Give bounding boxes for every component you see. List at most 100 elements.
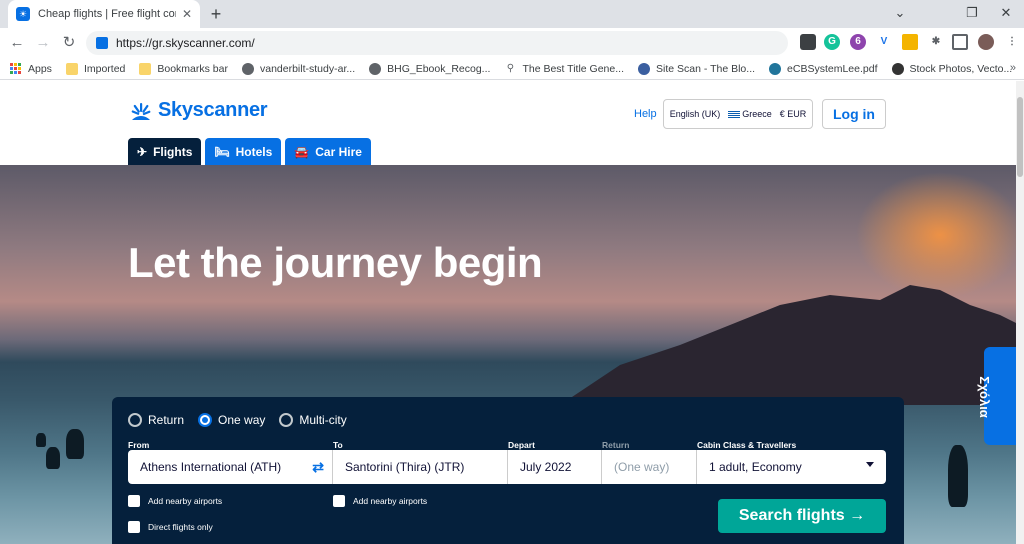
radio-label: One way	[218, 413, 266, 427]
radio-circle	[198, 413, 213, 427]
from-value: Athens International (ATH)	[140, 460, 282, 474]
checkbox-label: Direct flights only	[148, 522, 213, 532]
web-page: Skyscanner Help English (UK) Greece € EU…	[0, 81, 1016, 544]
wordpress-icon	[769, 62, 782, 75]
swimmer-figure	[46, 447, 60, 469]
swimmer-figure	[66, 429, 84, 459]
search-flights-button[interactable]: Search flights →	[718, 499, 886, 533]
folder-icon	[139, 62, 152, 75]
radio-circle	[279, 413, 294, 427]
chevron-down-icon	[866, 462, 874, 467]
skyscanner-favicon-icon: ☀	[16, 7, 30, 21]
bookmark-title-generator[interactable]: ⚲ The Best Title Gene...	[504, 62, 624, 75]
runner-figure	[948, 445, 968, 507]
return-placeholder: (One way)	[614, 460, 670, 474]
close-tab-icon[interactable]: ✕	[182, 7, 192, 21]
tab-label: Hotels	[235, 144, 273, 159]
profile-avatar[interactable]	[978, 34, 994, 50]
more-bookmarks-icon[interactable]: »	[1010, 62, 1016, 74]
radio-label: Multi-city	[299, 413, 347, 427]
bookmark-label: eCBSystemLee.pdf	[787, 62, 878, 75]
notes-extension-icon[interactable]	[902, 34, 918, 50]
depart-label: Depart	[508, 440, 535, 450]
address-url[interactable]: https://gr.skyscanner.com/	[116, 36, 255, 50]
bookmark-label: Site Scan - The Blo...	[656, 62, 756, 75]
bookmark-bookmarks-bar[interactable]: Bookmarks bar	[139, 62, 228, 75]
to-field[interactable]: Santorini (Thira) (JTR)	[333, 450, 508, 484]
back-button[interactable]: ←	[6, 32, 28, 54]
grammarly-extension-icon[interactable]: G	[824, 34, 840, 50]
browser-toolbar: ← → ↻ https://gr.skyscanner.com/ G 6 V ✱…	[0, 28, 1024, 58]
flight-search-panel: Return One way Multi-city From To Depart…	[112, 397, 904, 544]
bookmark-apps[interactable]: Apps	[10, 62, 52, 75]
sunrise-logo-icon	[131, 102, 151, 120]
help-link[interactable]: Help	[634, 108, 657, 120]
radio-label: Return	[148, 413, 185, 427]
feedback-label: Σχόλια	[977, 376, 992, 418]
bookmark-vanderbilt[interactable]: vanderbilt-study-ar...	[241, 62, 355, 75]
bookmark-imported[interactable]: Imported	[65, 62, 126, 75]
globe-icon	[241, 62, 254, 75]
hero-banner: Let the journey begin Return One way Mul…	[0, 165, 1016, 544]
from-field[interactable]: Athens International (ATH) ⇄	[128, 450, 333, 484]
cabin-value: 1 adult, Economy	[709, 460, 802, 474]
return-field[interactable]: (One way)	[602, 450, 697, 484]
eyedropper-extension-icon[interactable]	[800, 34, 816, 50]
depart-field[interactable]: July 2022	[508, 450, 602, 484]
skyscanner-logo[interactable]: Skyscanner	[128, 99, 268, 122]
new-tab-button[interactable]: +	[206, 4, 226, 24]
stock-photos-icon	[891, 62, 904, 75]
direct-flights-checkbox[interactable]: Direct flights only	[128, 521, 213, 533]
checkbox-label: Add nearby airports	[148, 496, 223, 506]
feedback-tab[interactable]: Σχόλια	[977, 347, 1016, 445]
bookmark-label: Bookmarks bar	[157, 62, 228, 75]
trip-type-one-way[interactable]: One way	[198, 413, 265, 427]
forward-button[interactable]: →	[32, 32, 54, 54]
cabin-label: Cabin Class & Travellers	[697, 440, 797, 450]
v-extension-icon[interactable]: V	[876, 34, 892, 50]
checkbox-box	[128, 495, 140, 507]
nearby-to-checkbox[interactable]: Add nearby airports	[333, 495, 427, 507]
site-info-icon[interactable]	[96, 37, 108, 49]
swap-icon[interactable]: ⇄	[312, 459, 324, 476]
login-button[interactable]: Log in	[822, 99, 886, 129]
language-label: English (UK)	[669, 109, 721, 119]
cabin-travellers-select[interactable]: 1 adult, Economy	[697, 450, 886, 484]
side-panel-icon[interactable]	[952, 34, 968, 50]
trip-type-group: Return One way Multi-city	[128, 413, 347, 427]
locale-selector[interactable]: English (UK) Greece € EUR	[663, 99, 813, 129]
extension-badge-icon[interactable]: 6	[850, 34, 866, 50]
bookmark-bhg-ebook[interactable]: BHG_Ebook_Recog...	[369, 62, 490, 75]
plane-icon: ✈	[137, 144, 148, 159]
product-tabs: ✈ Flights 🛏 Hotels 🚘 Car Hire	[128, 138, 371, 165]
checkbox-box	[128, 521, 140, 533]
minimize-window-button[interactable]: ⌄	[880, 0, 920, 28]
checkbox-label: Add nearby airports	[353, 496, 428, 506]
browser-menu-icon[interactable]: ⋮	[1004, 34, 1020, 50]
tab-hotels[interactable]: 🛏 Hotels	[205, 138, 282, 165]
trip-type-return[interactable]: Return	[128, 413, 184, 427]
address-bar[interactable]: https://gr.skyscanner.com/	[86, 31, 788, 55]
trip-type-multi-city[interactable]: Multi-city	[279, 413, 347, 427]
bookmark-label: Imported	[83, 62, 126, 75]
page-scrollbar[interactable]	[1016, 81, 1024, 544]
swimmer-figure	[36, 433, 46, 447]
tab-flights[interactable]: ✈ Flights	[128, 138, 202, 165]
site-scan-icon	[638, 62, 650, 75]
restore-window-button[interactable]: ❐	[952, 0, 992, 28]
scrollbar-thumb[interactable]	[1017, 97, 1023, 177]
bookmark-ecbsystem[interactable]: eCBSystemLee.pdf	[769, 62, 878, 75]
puzzle-extensions-icon[interactable]: ✱	[928, 34, 944, 50]
apps-grid-icon	[10, 62, 22, 75]
country-text: Greece	[742, 109, 772, 119]
tab-title: Cheap flights | Free flight compari	[38, 8, 176, 20]
browser-tab[interactable]: ☀ Cheap flights | Free flight compari ✕	[8, 0, 200, 28]
bookmark-site-scan[interactable]: Site Scan - The Blo...	[638, 62, 756, 75]
nearby-from-checkbox[interactable]: Add nearby airports	[128, 495, 222, 507]
from-label: From	[128, 440, 150, 450]
tab-car-hire[interactable]: 🚘 Car Hire	[285, 138, 371, 165]
reload-button[interactable]: ↻	[58, 32, 80, 54]
bookmark-stock-photos[interactable]: Stock Photos, Vecto...	[891, 62, 1012, 75]
close-window-button[interactable]: ✕	[988, 0, 1024, 28]
bookmark-label: Apps	[28, 62, 52, 75]
